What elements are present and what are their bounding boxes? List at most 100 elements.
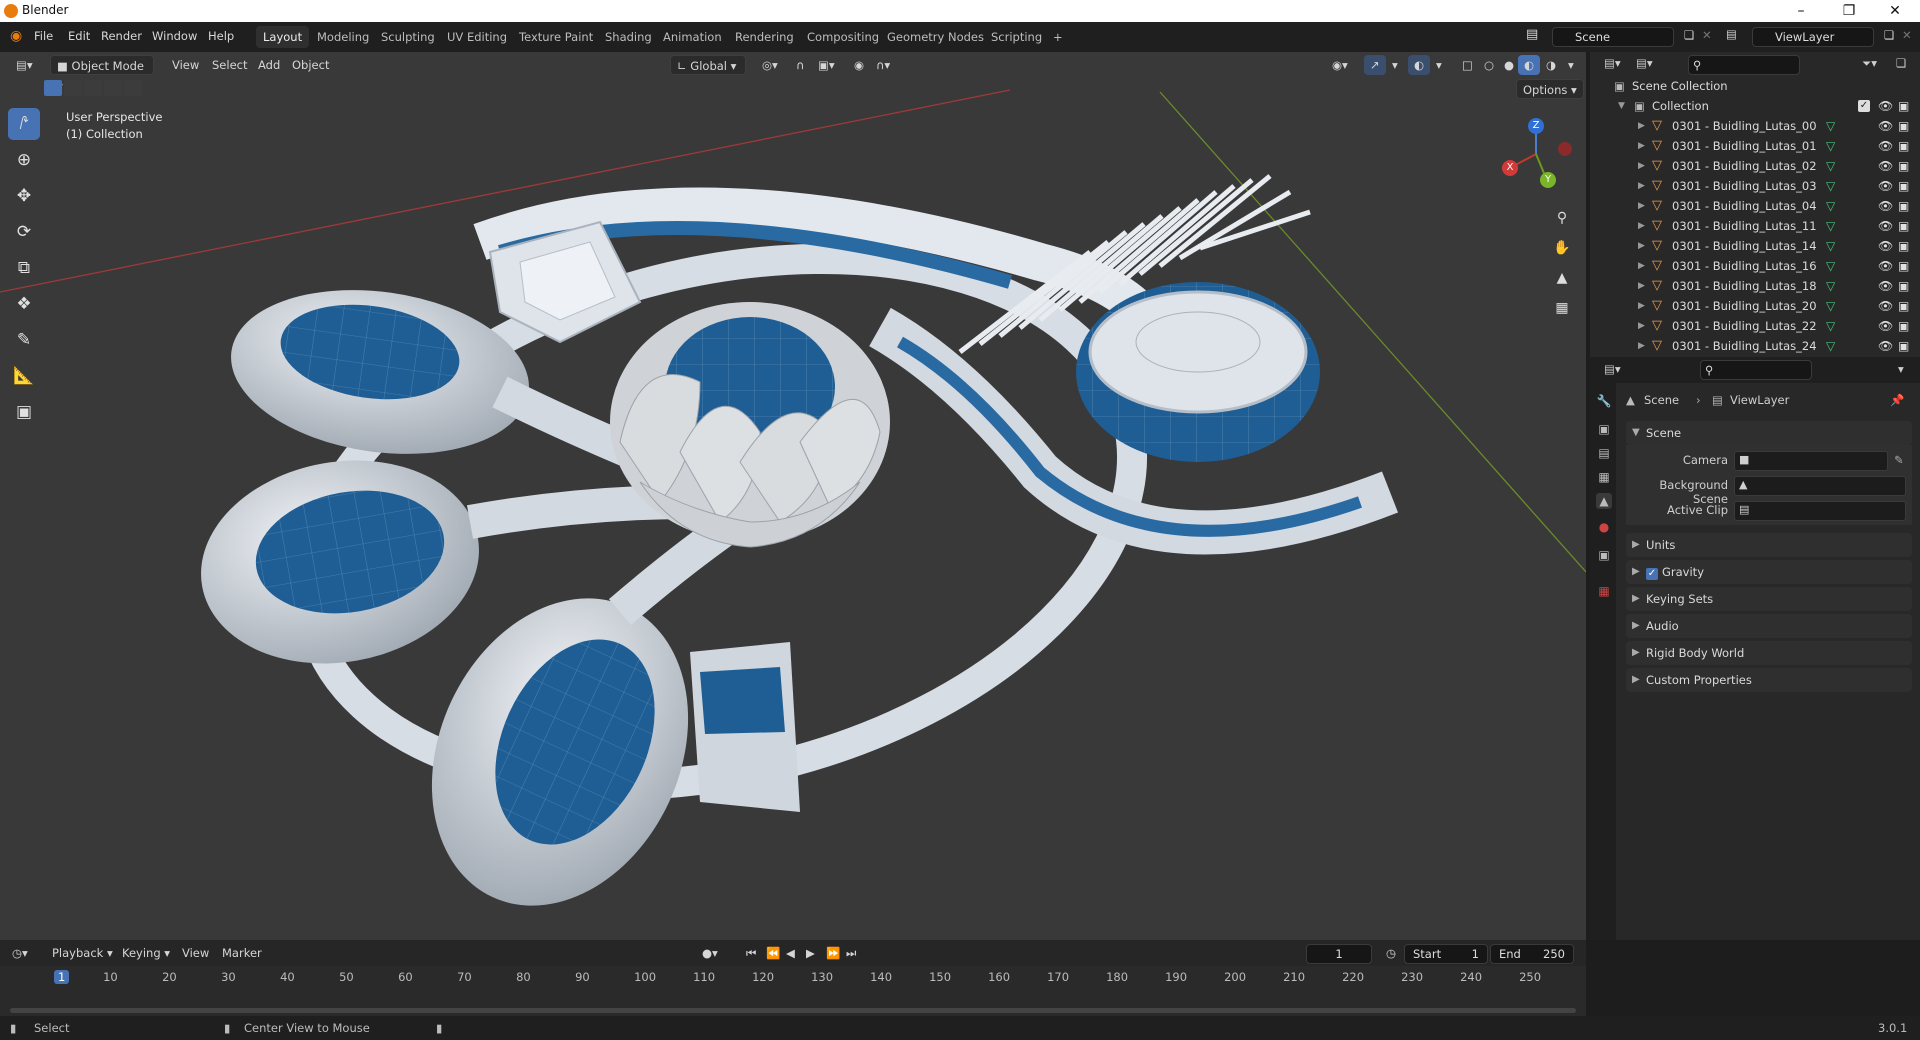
output-tab-icon[interactable]: ▤ [1596,445,1612,461]
menu-render[interactable]: Render [101,29,142,43]
outliner-object-row[interactable]: ▶ ▽ 0301 - Buidling_Lutas_22 ▽ 👁 ▣ [1590,316,1920,336]
wireframe-shading-icon[interactable]: ○ [1478,55,1500,75]
visibility-eye-icon[interactable]: 👁 [1878,296,1893,316]
visibility-eye-icon[interactable]: 👁 [1878,276,1893,296]
select-box-tool[interactable]: ⭚ [8,108,40,140]
outliner-object-row[interactable]: ▶ ▽ 0301 - Buidling_Lutas_03 ▽ 👁 ▣ [1590,176,1920,196]
delete-viewlayer-icon[interactable]: ✕ [1902,28,1912,42]
menu-keying[interactable]: Keying ▾ [122,946,170,960]
gravity-checkbox[interactable]: ✓ [1646,568,1658,580]
outliner-editor-icon[interactable]: ▤▾ [1604,56,1621,70]
rendered-shading-icon[interactable]: ◑ [1540,55,1562,75]
section-custom-properties[interactable]: ▶ Custom Properties [1626,668,1912,692]
exclude-checkbox[interactable]: ✓ [1858,100,1870,112]
mode-selector[interactable]: ■ Object Mode ▾ [50,55,154,93]
tab-shading[interactable]: Shading [598,26,659,48]
tab-scripting[interactable]: Scripting [984,26,1049,48]
mesh-data-icon[interactable]: ▽ [1826,136,1835,156]
expand-arrow-icon[interactable]: ▶ [1638,116,1645,136]
render-camera-icon[interactable]: ▣ [1898,256,1909,276]
visibility-eye-icon[interactable]: 👁 [1878,316,1893,336]
snap-target-icon[interactable]: ▣▾ [812,55,841,75]
render-camera-icon[interactable]: ▣ [1898,156,1909,176]
menu-add[interactable]: Add [252,55,286,75]
expand-arrow-icon[interactable]: ▶ [1638,196,1645,216]
expand-arrow-icon[interactable]: ▶ [1638,236,1645,256]
expand-arrow-icon[interactable]: ▶ [1638,316,1645,336]
visibility-eye-icon[interactable]: 👁 [1878,96,1893,116]
collection-tab-icon[interactable]: ▣ [1596,547,1612,563]
render-camera-icon[interactable]: ▣ [1898,296,1909,316]
properties-editor-icon[interactable]: ▤▾ [1604,362,1621,376]
next-keyframe-icon[interactable]: ⏩ [826,946,840,960]
section-gravity[interactable]: ▶ ✓ Gravity [1626,560,1912,584]
render-camera-icon[interactable]: ▣ [1898,236,1909,256]
tab-animation[interactable]: Animation [656,26,729,48]
close-icon[interactable]: ✕ [1872,0,1918,22]
section-audio[interactable]: ▶ Audio [1626,614,1912,638]
add-cube-tool[interactable]: ▣ [8,396,40,428]
scene-tab-icon[interactable]: ▲ [1596,493,1612,509]
new-scene-icon[interactable]: ❏ [1684,28,1694,42]
section-keying-sets[interactable]: ▶ Keying Sets [1626,587,1912,611]
add-workspace-button[interactable]: + [1046,26,1070,48]
properties-search-input[interactable]: ⚲ [1700,360,1812,380]
proportional-edit-icon[interactable]: ◉ [848,55,870,75]
expand-arrow-icon[interactable]: ▶ [1638,296,1645,316]
scene-panel-header[interactable]: ▼ Scene [1626,421,1912,445]
select-invert-icon[interactable] [104,80,122,96]
move-tool[interactable]: ✥ [8,180,40,212]
material-shading-icon[interactable]: ◐ [1518,55,1541,75]
section-rigid-body-world[interactable]: ▶ Rigid Body World [1626,641,1912,665]
render-camera-icon[interactable]: ▣ [1898,196,1909,216]
select-subtract-icon[interactable] [84,80,102,96]
viewlayer-selector[interactable]: ViewLayer [1752,27,1874,47]
outliner-search-input[interactable]: ⚲ [1688,55,1800,75]
render-camera-icon[interactable]: ▣ [1898,136,1909,156]
visibility-eye-icon[interactable]: 👁 [1878,216,1893,236]
mesh-data-icon[interactable]: ▽ [1826,276,1835,296]
mesh-data-icon[interactable]: ▽ [1826,216,1835,236]
shading-dropdown-icon[interactable]: ▾ [1562,55,1580,75]
select-extend-icon[interactable] [64,80,82,96]
mesh-data-icon[interactable]: ▽ [1826,196,1835,216]
end-frame-field[interactable]: End 250 [1490,944,1574,964]
jump-end-icon[interactable]: ⏭ [846,946,856,961]
outliner-object-row[interactable]: ▶ ▽ 0301 - Buidling_Lutas_16 ▽ 👁 ▣ [1590,256,1920,276]
blender-menu-icon[interactable]: ◉ [10,28,22,44]
tab-layout[interactable]: Layout [256,26,310,48]
outliner-object-row[interactable]: ▶ ▽ 0301 - Buidling_Lutas_04 ▽ 👁 ▣ [1590,196,1920,216]
tab-texture-paint[interactable]: Texture Paint [512,26,600,48]
render-camera-icon[interactable]: ▣ [1898,216,1909,236]
record-icon[interactable]: ●▾ [702,946,718,960]
expand-arrow-icon[interactable]: ▶ [1638,156,1645,176]
outliner-object-row[interactable]: ▶ ▽ 0301 - Buidling_Lutas_20 ▽ 👁 ▣ [1590,296,1920,316]
texture-tab-icon[interactable]: ▦ [1596,583,1612,599]
scene-selector[interactable]: Scene [1552,27,1674,47]
gizmo-dropdown-icon[interactable]: ▾ [1386,55,1404,75]
ortho-grid-icon[interactable]: ▦ [1548,294,1576,322]
menu-timeline-view[interactable]: View [182,946,209,960]
play-reverse-icon[interactable]: ◀ [786,946,795,960]
outliner-object-row[interactable]: ▶ ▽ 0301 - Buidling_Lutas_02 ▽ 👁 ▣ [1590,156,1920,176]
render-camera-icon[interactable]: ▣ [1898,116,1909,136]
outliner-object-row[interactable]: ▶ ▽ 0301 - Buidling_Lutas_14 ▽ 👁 ▣ [1590,236,1920,256]
render-camera-icon[interactable]: ▣ [1898,316,1909,336]
camera-field[interactable]: ■ [1734,451,1888,471]
render-camera-icon[interactable]: ▣ [1898,276,1909,296]
outliner-scene-collection[interactable]: ▣ Scene Collection [1590,76,1920,96]
display-mode-icon[interactable]: ▤▾ [1636,56,1653,70]
overlay-toggle-icon[interactable]: ◐ [1408,55,1431,75]
mesh-data-icon[interactable]: ▽ [1826,156,1835,176]
tab-compositing[interactable]: Compositing [800,26,886,48]
outliner-object-row[interactable]: ▶ ▽ 0301 - Buidling_Lutas_24 ▽ 👁 ▣ [1590,336,1920,356]
background-scene-field[interactable]: ▲ [1734,476,1906,496]
world-tab-icon[interactable]: ● [1596,519,1612,535]
overlay-dropdown-icon[interactable]: ▾ [1430,55,1448,75]
expand-arrow-icon[interactable]: ▶ [1638,216,1645,236]
3d-viewport[interactable]: ▤▾ ■ Object Mode ▾ View Select Add Objec… [0,52,1586,940]
preview-range-icon[interactable]: ◷ [1386,946,1396,960]
falloff-icon[interactable]: ∩▾ [870,55,896,75]
render-camera-icon[interactable]: ▣ [1898,176,1909,196]
visibility-eye-icon[interactable]: 👁 [1878,176,1893,196]
